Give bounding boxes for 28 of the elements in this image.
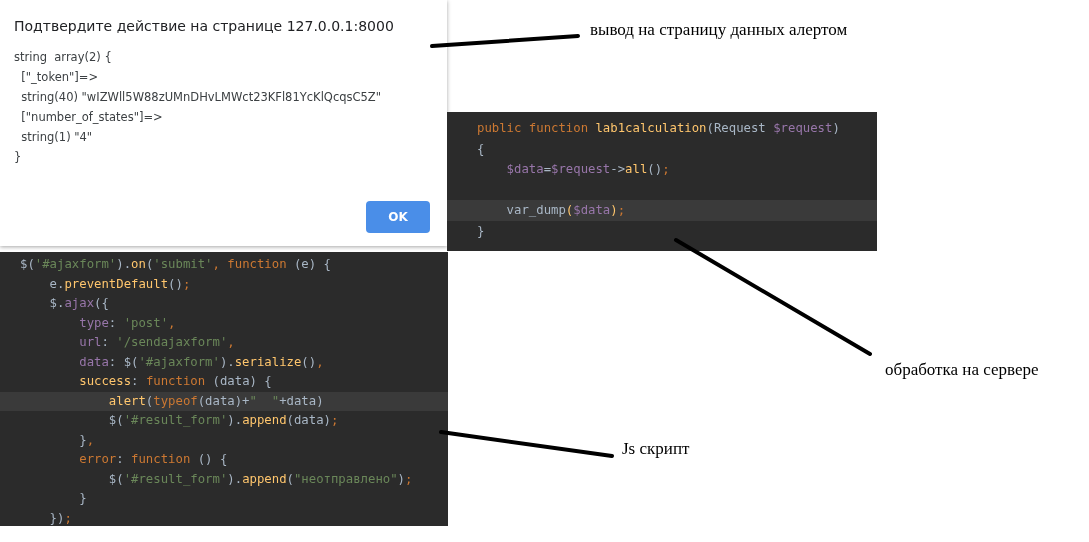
- code-line: error: function () {: [78, 451, 229, 468]
- message-line: string(40) "wIZWll5W88zUMnDHvLMWct23KFl81YcKlQcqsC5Z": [20, 89, 383, 106]
- message-line: string array(2) {: [14, 49, 113, 66]
- code-line: });: [48, 509, 73, 527]
- dialog-title: Подтвердите действие на странице 127.0.0.1:8000: [14, 17, 395, 36]
- code-line: $('#result_form').append(data);: [107, 412, 340, 429]
- code-line: data: $('#ajaxform').serialize(),: [78, 353, 325, 371]
- annotation-label: вывод на страницу данных алертом: [590, 19, 848, 41]
- code-line: url: '/sendajaxform',: [78, 334, 236, 351]
- ok-button[interactable]: OK: [366, 201, 430, 233]
- code-line: success: function (data) {: [78, 373, 273, 390]
- code-line: type: 'post',: [78, 314, 177, 332]
- code-line: $('#ajaxform').on('submit', function (e) {: [19, 256, 332, 273]
- message-line: }: [14, 149, 23, 166]
- message-line: ["number_of_states"]=>: [20, 109, 164, 126]
- code-line: public function lab1calculation(Request $request): [476, 120, 841, 137]
- code-line: $data=$request->all();: [505, 161, 671, 179]
- code-line: }: [78, 490, 88, 507]
- code-line: $.ajax({: [48, 295, 110, 312]
- code-line: {: [476, 140, 486, 158]
- annotation-label: Js скрипт: [622, 438, 690, 460]
- code-line: },: [78, 431, 96, 449]
- annotation-label: обработка на сервере: [885, 359, 1039, 381]
- code-line: e.preventDefault();: [48, 275, 192, 293]
- code-line: $('#result_form').append("неотправлено");: [107, 470, 414, 488]
- message-line: ["_token"]=>: [20, 69, 100, 86]
- message-line: string(1) "4": [20, 129, 94, 146]
- code-line: }: [476, 222, 486, 240]
